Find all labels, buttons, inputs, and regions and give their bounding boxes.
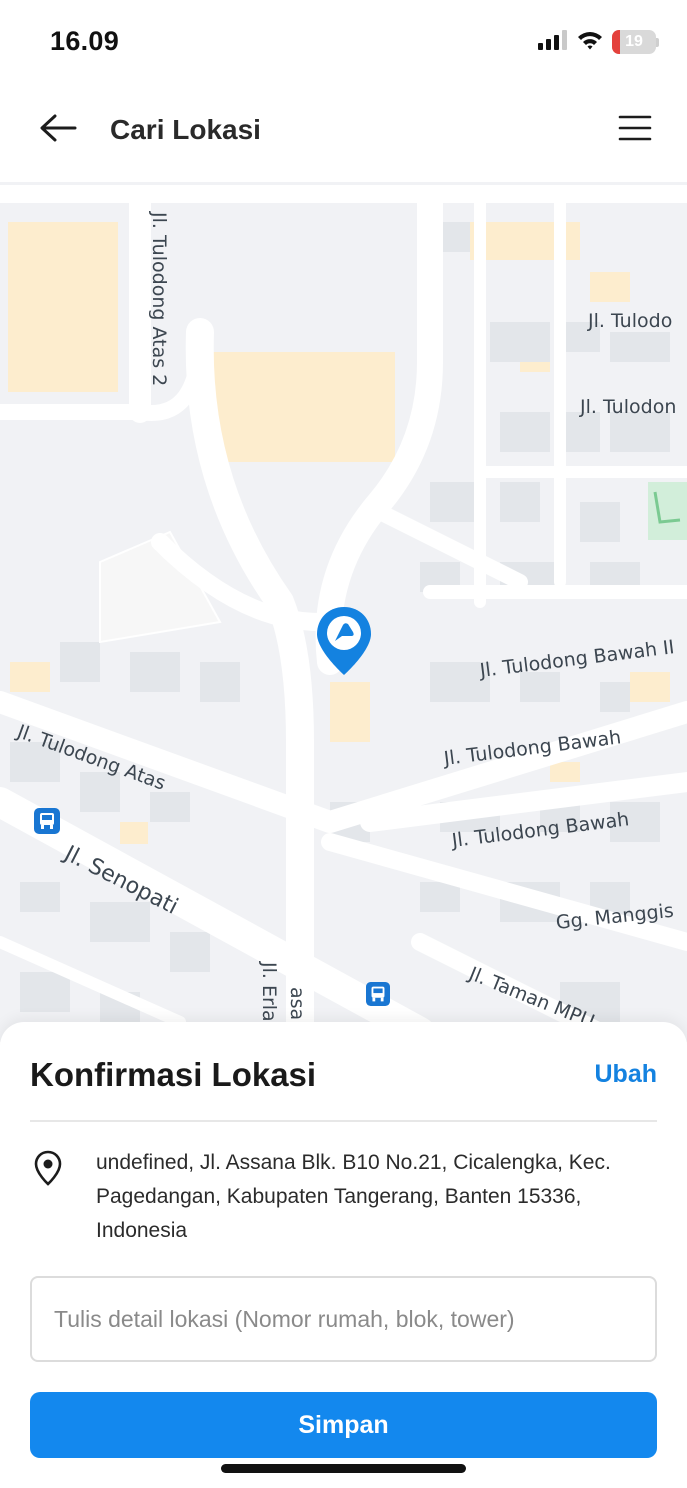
address-text: undefined, Jl. Assana Blk. B10 No.21, Ci… — [96, 1151, 611, 1242]
status-bar: 16.09 19 — [0, 0, 687, 88]
street-label: asa — [286, 987, 308, 1021]
home-indicator — [221, 1464, 466, 1473]
hamburger-menu-icon — [618, 114, 652, 147]
confirm-location-sheet: Konfirmasi Lokasi Ubah undefined, Jl. As… — [0, 1022, 687, 1488]
sheet-title: Konfirmasi Lokasi — [30, 1056, 317, 1093]
status-time: 16.09 — [50, 26, 120, 56]
bus-stop-icon[interactable] — [34, 808, 60, 834]
map-view[interactable]: Jl. Tulodong Atas 2 Jl. Tulodo Jl. Tulod… — [0, 182, 687, 1042]
save-button[interactable]: Simpan — [30, 1392, 657, 1458]
status-icons: 19 — [538, 29, 659, 55]
bus-stop-icon[interactable] — [366, 982, 390, 1006]
battery-level: 19 — [625, 33, 643, 50]
change-location-link[interactable]: Ubah — [595, 1060, 658, 1089]
back-button[interactable] — [36, 108, 80, 152]
wifi-icon — [577, 30, 603, 55]
street-label: Jl. Tulodong Atas 2 — [148, 212, 170, 387]
battery-icon: 19 — [612, 30, 659, 54]
divider — [30, 1120, 657, 1122]
location-detail-input[interactable] — [30, 1276, 657, 1362]
battery-cap — [656, 37, 659, 47]
street-label: Jl. Tulodo — [588, 310, 673, 332]
menu-button[interactable] — [615, 110, 655, 150]
page-title: Cari Lokasi — [110, 114, 261, 145]
battery-body: 19 — [612, 30, 656, 54]
back-arrow-icon — [38, 112, 78, 149]
cellular-signal-icon — [538, 29, 568, 55]
street-label: Jl. Erla — [258, 962, 280, 1022]
location-pin-icon[interactable] — [315, 605, 373, 677]
app-header: Cari Lokasi — [0, 88, 687, 182]
street-label: Jl. Tulodon — [580, 396, 677, 418]
map-pin-outline-icon — [34, 1150, 62, 1186]
